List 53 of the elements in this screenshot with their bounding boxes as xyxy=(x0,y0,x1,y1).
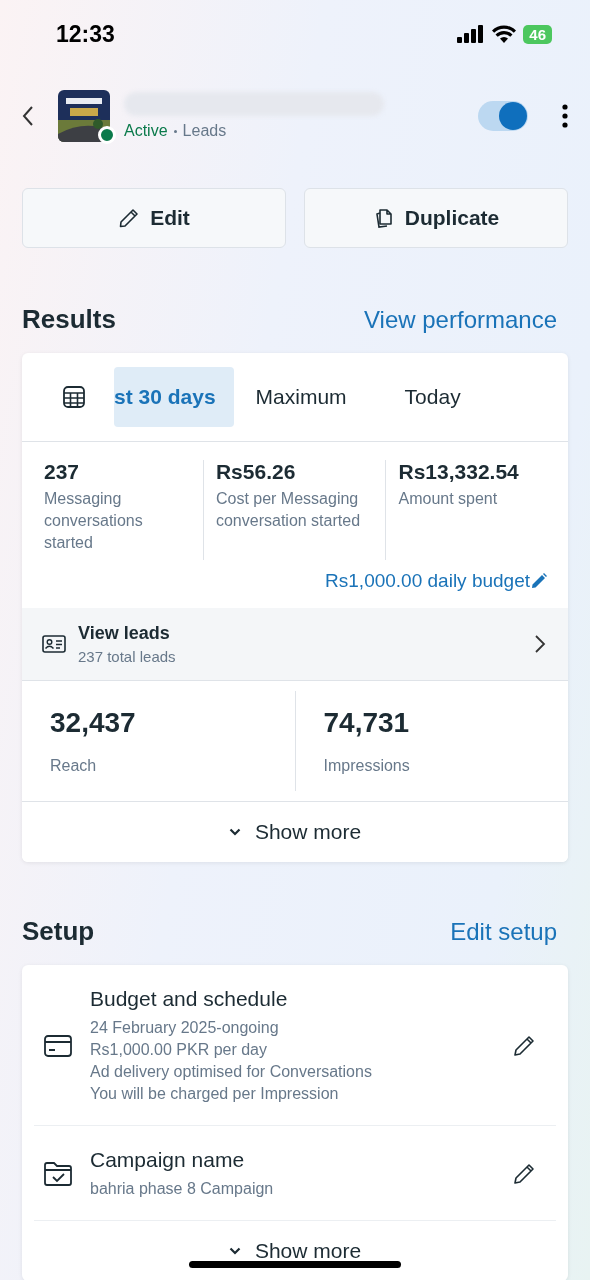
edit-icon[interactable] xyxy=(512,1162,536,1186)
folder-check-icon xyxy=(44,1162,72,1186)
objective-label: Leads xyxy=(182,122,227,140)
leads-title: View leads xyxy=(78,623,171,644)
chevron-down-icon xyxy=(228,1247,241,1255)
setup-detail: You will be charged per Impression xyxy=(90,1084,340,1104)
back-icon[interactable] xyxy=(22,105,34,127)
total-value: 32,437 xyxy=(50,707,137,739)
chevron-down-icon xyxy=(228,828,241,836)
pencil-icon xyxy=(118,207,141,229)
total-label: Impressions xyxy=(323,757,411,775)
date-range-tab[interactable]: st 30 days xyxy=(114,367,234,427)
pencil-icon xyxy=(530,572,548,590)
total-label: Reach xyxy=(50,757,98,775)
status-time: 12:33 xyxy=(56,20,115,48)
wifi-icon xyxy=(492,25,517,43)
total-value: 74,731 xyxy=(323,707,411,739)
status-label: Active xyxy=(124,122,168,140)
date-range-tab[interactable]: Today xyxy=(404,367,479,427)
status-dot xyxy=(98,126,116,144)
battery-indicator: 46 xyxy=(523,24,552,44)
setup-detail: Rs1,000.00 PKR per day xyxy=(90,1040,268,1060)
edit-setup-link[interactable]: Edit setup xyxy=(450,917,557,946)
setup-detail: 24 February 2025-ongoing xyxy=(90,1018,280,1038)
more-icon[interactable] xyxy=(562,104,568,128)
show-more-button[interactable]: Show more xyxy=(22,802,568,862)
metric-value: Rs56.26 xyxy=(215,460,297,484)
metric-label: Amount spent xyxy=(398,489,499,509)
setup-detail: bahria phase 8 Campaign xyxy=(90,1179,275,1199)
leads-count: 237 total leads xyxy=(78,648,177,665)
daily-budget-link[interactable]: Rs1,000.00 daily budget xyxy=(325,570,548,592)
setup-item-title: Budget and schedule xyxy=(90,987,289,1011)
setup-detail: Ad delivery optimised for Conversations xyxy=(90,1062,373,1082)
metric-value: Rs13,332.54 xyxy=(398,460,520,484)
signal-icon xyxy=(457,25,486,43)
date-range-tab[interactable]: Maximum xyxy=(255,367,365,427)
section-title: Setup xyxy=(22,916,95,947)
metric-label: Cost per Messaging conversation started xyxy=(215,489,362,531)
duplicate-button[interactable]: Duplicate xyxy=(304,188,568,248)
edit-icon[interactable] xyxy=(512,1034,536,1058)
chevron-right-icon xyxy=(534,634,546,654)
edit-button[interactable]: Edit xyxy=(22,188,286,248)
view-leads-row[interactable]: View leads 237 total leads xyxy=(22,608,568,681)
section-title: Results xyxy=(22,304,116,335)
setup-item-title: Campaign name xyxy=(90,1148,246,1172)
contact-card-icon xyxy=(42,635,66,653)
toggle-switch[interactable] xyxy=(478,101,528,131)
separator-dot xyxy=(173,129,177,133)
metric-value: 237 xyxy=(44,460,81,484)
metric-label: Messaging conversations started xyxy=(44,489,144,553)
calendar-icon[interactable] xyxy=(62,385,86,409)
card-icon xyxy=(44,1035,72,1057)
view-performance-link[interactable]: View performance xyxy=(364,305,557,334)
